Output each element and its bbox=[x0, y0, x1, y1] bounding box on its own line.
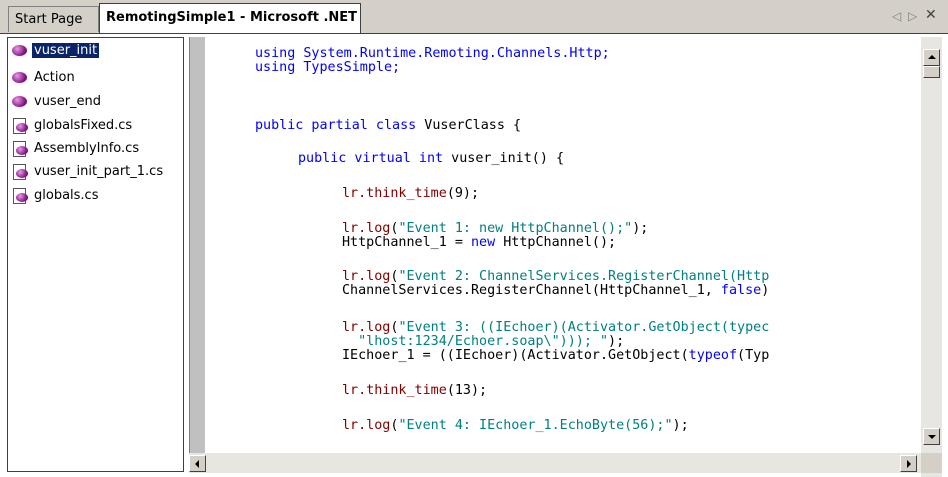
tree-item-label: AssemblyInfo.cs bbox=[34, 140, 140, 156]
tab-scroll-left-icon[interactable]: ◁ bbox=[892, 9, 901, 23]
code-text: ) bbox=[761, 283, 770, 298]
code-text: HttpChannel(); bbox=[495, 235, 617, 250]
tree-item-label: globals.cs bbox=[34, 187, 99, 203]
code-text: (Typ bbox=[737, 348, 770, 363]
method-call: lr.think_time bbox=[342, 186, 447, 201]
sphere-icon bbox=[11, 93, 29, 109]
tree-item-label: vuser_end bbox=[34, 93, 102, 109]
keyword: typeof bbox=[688, 348, 738, 363]
code-text: vuser_init() { bbox=[443, 151, 565, 166]
code-text: (9); bbox=[446, 186, 480, 201]
tree-item-vuser-init[interactable]: vuser_init bbox=[11, 40, 101, 60]
sphere-icon bbox=[11, 69, 29, 85]
code-text: ChannelServices.RegisterChannel(HttpChan… bbox=[342, 283, 721, 298]
method-call: lr.log bbox=[342, 269, 391, 284]
close-tab-icon[interactable]: ✕ bbox=[925, 7, 937, 23]
code-line: IEchoer_1 = ((IEchoer)(Activator.GetObje… bbox=[342, 349, 769, 363]
code-line: HttpChannel_1 = new HttpChannel(); bbox=[342, 236, 616, 250]
method-call: lr.log bbox=[342, 221, 391, 236]
document-tab-bar: Start Page RemotingSimple1 - Microsoft .… bbox=[0, 0, 948, 34]
string-literal: "Event 3: ((IEchoer)(Activator.GetObject… bbox=[398, 320, 770, 335]
tree-item-label: globalsFixed.cs bbox=[34, 117, 133, 133]
code-text: ); bbox=[672, 418, 689, 433]
scroll-down-button[interactable] bbox=[923, 428, 940, 445]
cs-file-icon bbox=[11, 187, 29, 204]
editor-gutter bbox=[189, 37, 205, 457]
method-call: lr.think_time bbox=[342, 383, 447, 398]
code-view[interactable]: using System.Runtime.Remoting.Channels.H… bbox=[211, 45, 921, 453]
tree-item-label: vuser_init_part_1.cs bbox=[34, 163, 164, 179]
tab-scroll-right-icon[interactable]: ▷ bbox=[908, 9, 917, 23]
scrollbar-corner bbox=[921, 453, 942, 473]
arrow-down-icon bbox=[928, 435, 936, 439]
keyword: public virtual int bbox=[298, 151, 444, 166]
code-line: lr.think_time(9); bbox=[342, 187, 479, 201]
code-text: ); bbox=[608, 334, 625, 349]
cs-file-icon bbox=[11, 140, 29, 157]
scroll-left-button[interactable] bbox=[189, 455, 206, 472]
code-line: public virtual int vuser_init() { bbox=[298, 152, 564, 166]
string-literal: "Event 2: ChannelServices.RegisterChanne… bbox=[398, 269, 770, 284]
code-line: lr.log("Event 3: ((IEchoer)(Activator.Ge… bbox=[342, 321, 769, 335]
horizontal-scrollbar[interactable] bbox=[189, 453, 921, 473]
string-literal: "lhost:1234/Echoer.soap\"))); " bbox=[342, 334, 609, 349]
code-line: ChannelServices.RegisterChannel(HttpChan… bbox=[342, 284, 769, 298]
code-line: lr.log("Event 4: IEchoer_1.EchoByte(56);… bbox=[342, 419, 689, 433]
code-line: lr.log("Event 1: new HttpChannel();"); bbox=[342, 222, 648, 236]
tree-item-globals-fixed[interactable]: globalsFixed.cs bbox=[11, 115, 134, 135]
cs-file-icon bbox=[11, 163, 29, 180]
code-line: lr.think_time(13); bbox=[342, 384, 487, 398]
tree-item-label: Action bbox=[34, 69, 75, 85]
code-line: lr.log("Event 2: ChannelServices.Registe… bbox=[342, 270, 769, 284]
string-literal: "Event 4: IEchoer_1.EchoByte(56);" bbox=[398, 418, 673, 433]
sphere-icon bbox=[11, 42, 29, 58]
tab-start-page[interactable]: Start Page bbox=[8, 6, 99, 32]
tree-item-vuser-end[interactable]: vuser_end bbox=[11, 91, 103, 111]
tree-item-assembly-info[interactable]: AssemblyInfo.cs bbox=[11, 138, 141, 158]
code-text: VuserClass { bbox=[416, 118, 522, 133]
vertical-scroll-thumb[interactable] bbox=[923, 66, 940, 78]
code-text: IEchoer_1 = ((IEchoer)(Activator.GetObje… bbox=[342, 348, 689, 363]
code-text: HttpChannel_1 = bbox=[342, 235, 471, 250]
arrow-left-icon bbox=[195, 460, 199, 468]
string-literal: "Event 1: new HttpChannel();" bbox=[398, 221, 633, 236]
action-tree: vuser_init Action vuser_end globalsFixed… bbox=[7, 37, 184, 472]
tab-remoting-simple1[interactable]: RemotingSimple1 - Microsoft .NET bbox=[99, 3, 361, 34]
code-line: using System.Runtime.Remoting.Channels.H… bbox=[255, 46, 610, 61]
tree-item-action[interactable]: Action bbox=[11, 67, 77, 87]
code-line: "lhost:1234/Echoer.soap\"))); "); bbox=[342, 335, 624, 349]
tree-item-globals[interactable]: globals.cs bbox=[11, 185, 100, 205]
arrow-up-icon bbox=[928, 55, 936, 59]
method-call: lr.log bbox=[342, 418, 391, 433]
method-call: lr.log bbox=[342, 320, 391, 335]
code-text: ); bbox=[632, 221, 649, 236]
scroll-up-button[interactable] bbox=[923, 49, 940, 66]
scroll-right-button[interactable] bbox=[900, 455, 917, 472]
keyword: new bbox=[471, 235, 496, 250]
cs-file-icon bbox=[11, 117, 29, 134]
keyword: false bbox=[720, 283, 762, 298]
code-editor[interactable]: using System.Runtime.Remoting.Channels.H… bbox=[189, 37, 948, 473]
vertical-scrollbar[interactable] bbox=[921, 37, 942, 477]
code-line: using TypesSimple; bbox=[255, 60, 401, 75]
tree-item-label: vuser_init bbox=[30, 41, 101, 59]
code-text: (13); bbox=[446, 383, 488, 398]
keyword: public partial class bbox=[255, 118, 417, 133]
arrow-right-icon bbox=[907, 460, 911, 468]
code-line: public partial class VuserClass { bbox=[255, 119, 521, 133]
tree-item-vuser-init-part-1[interactable]: vuser_init_part_1.cs bbox=[11, 161, 165, 181]
